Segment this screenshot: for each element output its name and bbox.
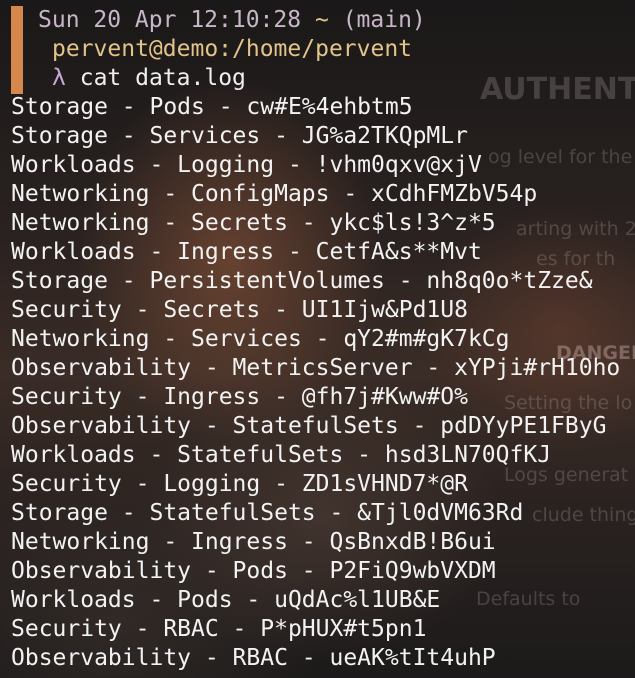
output-line: Observability - RBAC - ueAK%tIt4uhP xyxy=(11,645,496,671)
output-line: Storage - PersistentVolumes - nh8q0o*tZz… xyxy=(11,268,593,294)
output-line: Networking - Secrets - ykc$ls!3^z*5 xyxy=(11,210,496,236)
output-line: Security - Secrets - UI1Ijw&Pd1U8 xyxy=(11,297,468,323)
background-text: clude thing xyxy=(532,504,635,526)
prompt-datetime: Sun 20 Apr 12:10:28 xyxy=(38,7,302,33)
output-line: Observability - Pods - P2FiQ9wbVXDM xyxy=(11,558,496,584)
output-line: Storage - Pods - cw#E%4ehbtm5 xyxy=(11,94,413,120)
prompt-lambda-icon: λ xyxy=(52,65,66,91)
prompt-command-line[interactable]: λ cat data.log xyxy=(52,64,246,93)
output-line: Observability - StatefulSets - pdDYyPE1F… xyxy=(11,413,607,439)
prompt-command: cat data.log xyxy=(79,65,246,91)
output-line: Workloads - Pods - uQdAc%l1UB&E xyxy=(11,587,441,613)
background-heading: AUTHENTI xyxy=(480,72,635,107)
output-line: Storage - Services - JG%a2TKQpMLr xyxy=(11,123,468,149)
output-line: Security - Ingress - @fh7j#Kww#O% xyxy=(11,384,468,410)
output-line: Workloads - StatefulSets - hsd3LN70QfKJ xyxy=(11,442,552,468)
prompt-tilde: ~ xyxy=(314,7,329,33)
background-text: Defaults to xyxy=(476,588,581,610)
output-line: Storage - StatefulSets - &Tjl0dVM63Rd xyxy=(11,500,524,526)
output-line: Security - RBAC - P*pHUX#t5pn1 xyxy=(11,616,427,642)
output-line: Observability - MetricsServer - xYPji#rH… xyxy=(11,355,621,381)
output-line: Networking - Ingress - QsBnxdB!B6ui xyxy=(11,529,496,555)
prompt-status-line: Sun 20 Apr 12:10:28 ~ (main) xyxy=(38,6,426,35)
background-text: arting with 20 xyxy=(516,218,635,240)
terminal-window[interactable]: AUTHENTI og level for the arting with 20… xyxy=(0,0,635,678)
background-text: og level for the xyxy=(488,146,633,168)
prompt-marker-bar xyxy=(11,6,23,94)
background-text: Setting the lo xyxy=(504,392,633,414)
output-line: Workloads - Ingress - CetfA&s**Mvt xyxy=(11,239,482,265)
output-line: Networking - ConfigMaps - xCdhFMZbV54p xyxy=(11,181,538,207)
output-line: Networking - Services - qY2#m#gK7kCg xyxy=(11,326,510,352)
output-line: Security - Logging - ZD1sVHND7*@R xyxy=(11,471,468,497)
prompt-user-host-path: pervent@demo:/home/pervent xyxy=(52,36,413,62)
prompt-git-branch: (main) xyxy=(342,7,426,33)
output-line: Workloads - Logging - !vhm0qxv@xjV xyxy=(11,152,482,178)
